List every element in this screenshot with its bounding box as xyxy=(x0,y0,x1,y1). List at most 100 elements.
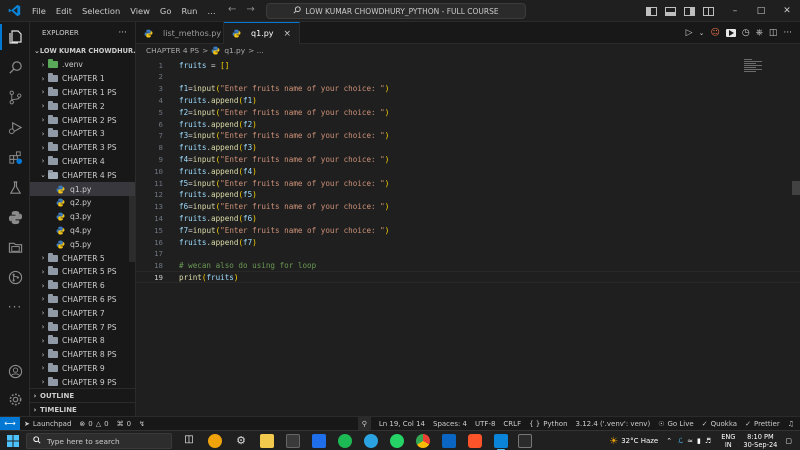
tab-list-methos[interactable]: list_methos.py xyxy=(136,22,224,44)
menu-item[interactable]: View xyxy=(125,0,155,22)
manage-gear-icon[interactable] xyxy=(0,386,30,412)
tree-folder-item[interactable]: › CHAPTER 8 xyxy=(30,334,135,348)
code-line[interactable]: 16 fruits.append(f7) xyxy=(136,236,800,248)
brave-icon[interactable] xyxy=(468,434,482,448)
toggle-primary-sidebar-icon[interactable] xyxy=(646,6,657,16)
code-line[interactable]: 13 f6=input("Enter fruits name of your ch… xyxy=(136,201,800,213)
code-line[interactable]: 14 fruits.append(f6) xyxy=(136,212,800,224)
telegram-icon[interactable] xyxy=(364,434,378,448)
whatsapp-icon[interactable] xyxy=(390,434,404,448)
line-endings[interactable]: CRLF xyxy=(499,420,525,428)
tree-folder-item[interactable]: › CHAPTER 3 PS xyxy=(30,141,135,155)
tree-folder-item[interactable]: › CHAPTER 7 PS xyxy=(30,320,135,334)
python-icon[interactable] xyxy=(0,204,30,230)
indentation[interactable]: Spaces: 4 xyxy=(429,420,471,428)
quokka-button[interactable]: ✓ Quokka xyxy=(698,420,741,428)
source-control-icon[interactable] xyxy=(0,84,30,110)
spotify-icon[interactable] xyxy=(338,434,352,448)
cursor-position[interactable]: Ln 19, Col 14 xyxy=(371,420,429,428)
sidebar-scrollbar[interactable] xyxy=(129,182,135,262)
outlook-icon[interactable] xyxy=(312,434,326,448)
tree-folder-item[interactable]: › CHAPTER 6 xyxy=(30,279,135,293)
testing-flask-icon[interactable] xyxy=(0,174,30,200)
tree-file-item[interactable]: q1.py xyxy=(30,182,135,196)
toggle-panel-icon[interactable] xyxy=(665,6,676,16)
more-actions-icon[interactable]: ··· xyxy=(783,28,792,38)
code-line[interactable]: 8 fruits.append(f3) xyxy=(136,142,800,154)
run-dropdown-icon[interactable]: ⌄ xyxy=(699,29,705,37)
tab-q1[interactable]: q1.py × xyxy=(224,22,300,44)
maximize-button[interactable]: □ xyxy=(748,6,774,16)
split-editor-icon[interactable]: ◫ xyxy=(769,28,778,38)
run-debug-icon[interactable] xyxy=(0,114,30,140)
explorer-more-button[interactable]: ··· xyxy=(118,28,127,38)
lightning-icon[interactable]: ↯ xyxy=(135,420,149,428)
code-line[interactable]: 5 f2=input("Enter fruits name of your cho… xyxy=(136,106,800,118)
breadcrumb-rest[interactable]: > ... xyxy=(248,46,264,55)
code-line[interactable]: 4 fruits.append(f1) xyxy=(136,94,800,106)
customize-layout-icon[interactable] xyxy=(703,6,714,16)
tree-file-item[interactable]: q5.py xyxy=(30,237,135,251)
speaker-icon[interactable]: ♬ xyxy=(705,437,711,445)
go-live-button[interactable]: ☉ Go Live xyxy=(654,420,698,428)
tree-file-item[interactable]: q4.py xyxy=(30,224,135,238)
minimize-button[interactable]: – xyxy=(722,6,748,16)
remote-indicator-icon[interactable]: ⟷ xyxy=(0,416,20,431)
code-line[interactable]: 6 fruits.append(f2) xyxy=(136,118,800,130)
tree-folder-item[interactable]: › CHAPTER 7 xyxy=(30,306,135,320)
more-views-icon[interactable]: ··· xyxy=(0,294,30,320)
chrome-icon[interactable] xyxy=(416,434,430,448)
code-editor[interactable]: 1 fruits = [] 2 3 f1=input("Enter fruits nam… xyxy=(136,57,800,416)
windows-start-icon[interactable] xyxy=(7,435,19,447)
encoding[interactable]: UTF-8 xyxy=(471,420,499,428)
task-view-icon[interactable]: ◫ xyxy=(182,434,196,448)
forward-arrow-icon[interactable]: → xyxy=(246,4,254,15)
vscode-taskbar-icon[interactable] xyxy=(494,434,508,450)
prettier-button[interactable]: ✓ Prettier xyxy=(741,420,784,428)
outline-section[interactable]: › OUTLINE xyxy=(30,388,136,402)
menu-item[interactable]: File xyxy=(27,0,51,22)
tree-file-item[interactable]: q3.py xyxy=(30,210,135,224)
tree-folder-item[interactable]: › CHAPTER 3 xyxy=(30,127,135,141)
copilot-icon[interactable]: ☺ xyxy=(710,28,719,38)
code-line[interactable]: 17 xyxy=(136,248,800,260)
folder-icon[interactable] xyxy=(0,234,30,260)
wifi-icon[interactable]: ≈ xyxy=(687,437,693,445)
preview-icon[interactable] xyxy=(725,29,736,37)
code-line[interactable]: 3 f1=input("Enter fruits name of your cho… xyxy=(136,83,800,95)
notifications-bell-icon[interactable]: ♫ xyxy=(784,420,800,428)
code-line[interactable]: 12 fruits.append(f5) xyxy=(136,189,800,201)
launchpad-item[interactable]: ➤ Launchpad xyxy=(20,420,75,428)
store-icon[interactable] xyxy=(286,434,300,448)
battery-icon[interactable]: ▮ xyxy=(697,437,701,445)
account-icon[interactable] xyxy=(0,358,30,384)
language-indicator[interactable]: ENG IN xyxy=(717,433,739,450)
code-line[interactable]: 1 fruits = [] xyxy=(136,59,800,71)
code-line[interactable]: 7 f3=input("Enter fruits name of your cho… xyxy=(136,130,800,142)
weather-widget-icon[interactable] xyxy=(208,434,222,448)
bluetooth-icon[interactable]: ℒ xyxy=(678,437,683,445)
tree-folder-item[interactable]: › CHAPTER 2 PS xyxy=(30,113,135,127)
git-graph-icon[interactable] xyxy=(0,264,30,290)
tree-folder-item[interactable]: › CHAPTER 6 PS xyxy=(30,293,135,307)
code-line[interactable]: 11 f5=input("Enter fruits name of your ch… xyxy=(136,177,800,189)
python-interpreter[interactable]: 3.12.4 ('.venv': venv) xyxy=(572,420,655,428)
tree-file-item[interactable]: q2.py xyxy=(30,196,135,210)
clock[interactable]: 8:10 PM 30-Sep-24 xyxy=(739,433,781,450)
tree-folder-item[interactable]: › CHAPTER 9 xyxy=(30,362,135,376)
tree-folder-item[interactable]: › CHAPTER 8 PS xyxy=(30,348,135,362)
notifications-icon[interactable]: ▢ xyxy=(785,437,792,445)
terminal-icon[interactable] xyxy=(518,434,532,448)
problems-item[interactable]: ⊗ 0 △ 0 xyxy=(75,420,112,428)
tree-folder-item[interactable]: ⌄ CHAPTER 4 PS xyxy=(30,168,135,182)
language-mode[interactable]: { } Python xyxy=(525,420,571,428)
weather-text[interactable]: 32°C Haze xyxy=(621,437,658,445)
code-line[interactable]: 9 f4=input("Enter fruits name of your cho… xyxy=(136,153,800,165)
code-line[interactable]: 18 # wecan also do using for loop xyxy=(136,260,800,272)
close-tab-icon[interactable]: × xyxy=(283,29,291,39)
tree-folder-item[interactable]: › CHAPTER 4 xyxy=(30,155,135,169)
timeline-section[interactable]: › TIMELINE xyxy=(30,402,136,416)
breadcrumb-folder[interactable]: CHAPTER 4 PS xyxy=(146,46,199,55)
zoom-item[interactable]: ⚲ xyxy=(357,417,371,431)
code-line[interactable]: 10 fruits.append(f4) xyxy=(136,165,800,177)
